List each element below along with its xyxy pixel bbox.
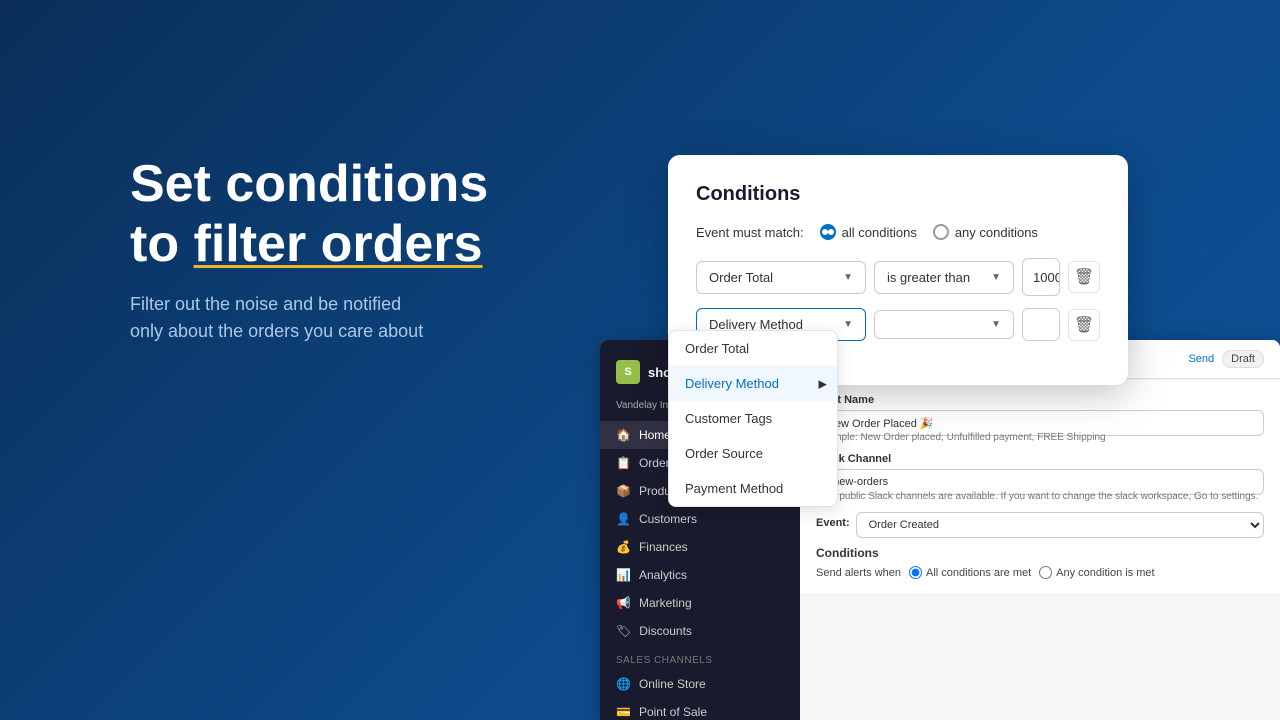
radio-any-circle — [933, 224, 949, 240]
dropdown-item-payment-method[interactable]: Payment Method — [669, 471, 837, 506]
dropdown-item-order-total[interactable]: Order Total — [669, 331, 837, 366]
conditions-section: Conditions Send alerts when All conditio… — [816, 546, 1264, 579]
dropdown-item-delivery-method[interactable]: Delivery Method ▶ — [669, 366, 837, 401]
sidebar-item-online-store[interactable]: 🌐 Online Store — [600, 670, 800, 698]
chevron-down-icon-2: ▼ — [991, 272, 1001, 283]
sidebar-discounts-label: Discounts — [639, 624, 692, 638]
marketing-icon: 📢 — [616, 596, 631, 610]
finances-icon: 💰 — [616, 540, 631, 554]
operator-select-2[interactable]: ▼ — [874, 310, 1014, 339]
dropdown-customer-tags-label: Customer Tags — [685, 411, 772, 426]
sub-text: Filter out the noise and be notified onl… — [130, 291, 610, 345]
chevron-down-icon-3: ▼ — [843, 319, 853, 330]
home-icon: 🏠 — [616, 428, 631, 442]
customers-icon: 👤 — [616, 512, 631, 526]
send-when-row: Send alerts when All conditions are met … — [816, 566, 1264, 579]
sidebar-item-customers[interactable]: 👤 Customers — [600, 505, 800, 533]
discounts-icon: 🏷 — [616, 624, 631, 638]
chevron-down-icon-4: ▼ — [991, 319, 1001, 330]
dropdown-item-customer-tags[interactable]: Customer Tags — [669, 401, 837, 436]
left-panel: Set conditions to filter orders Filter o… — [130, 155, 610, 345]
sidebar-item-analytics[interactable]: 📊 Analytics — [600, 561, 800, 589]
pos-label: Point of Sale — [639, 705, 707, 719]
condition-row-1: Order Total ▼ is greater than ▼ CAD 🗑 — [696, 258, 1100, 296]
sidebar-customers-label: Customers — [639, 512, 697, 526]
radio-all-conditions-modal[interactable]: all conditions — [820, 224, 917, 240]
slack-channel-hint: Only public Slack channels are available… — [816, 491, 1264, 502]
analytics-icon: 📊 — [616, 568, 631, 582]
sidebar-item-pos[interactable]: 💳 Point of Sale — [600, 698, 800, 720]
radio-any-label: Any condition is met — [1056, 567, 1154, 579]
heading-line2: to — [130, 215, 194, 273]
pos-icon: 💳 — [616, 705, 631, 719]
dropdown-payment-method-label: Payment Method — [685, 481, 783, 496]
trash-icon-1: 🗑 — [1074, 267, 1094, 287]
main-heading: Set conditions to filter orders — [130, 155, 610, 275]
event-select[interactable]: Order Created — [856, 512, 1264, 538]
heading-line1: Set conditions — [130, 155, 488, 213]
trash-icon-2: 🗑 — [1074, 315, 1094, 335]
radio-any-condition[interactable]: Any condition is met — [1039, 566, 1154, 579]
send-button[interactable]: Send — [1188, 353, 1214, 365]
radio-any-conditions-label: any conditions — [955, 225, 1038, 240]
value-input-wrapper-1: CAD — [1022, 258, 1060, 296]
form-area: Alert Name Example: New Order placed, Un… — [800, 380, 1280, 593]
subtext-line2: only about the orders you care about — [130, 321, 423, 341]
radio-any-conditions-modal[interactable]: any conditions — [933, 224, 1038, 240]
event-label: Event: — [816, 517, 850, 529]
sidebar-item-finances[interactable]: 💰 Finances — [600, 533, 800, 561]
main-content: Slack Alerts Send Draft Alert Name Examp… — [800, 340, 1280, 720]
operator-select-1-value: is greater than — [887, 270, 970, 285]
online-store-label: Online Store — [639, 677, 706, 691]
value-input-1[interactable] — [1023, 262, 1060, 293]
online-store-icon: 🌐 — [616, 677, 631, 691]
cursor-pointer-icon: ▶ — [819, 377, 827, 390]
alert-name-label: Alert Name — [816, 394, 1264, 406]
radio-all-label: All conditions are met — [926, 567, 1031, 579]
conditions-title: Conditions — [816, 546, 1264, 560]
dropdown-order-total-label: Order Total — [685, 341, 749, 356]
status-badge: Draft — [1222, 350, 1264, 368]
dropdown-delivery-method-label: Delivery Method — [685, 376, 779, 391]
dropdown-order-source-label: Order Source — [685, 446, 763, 461]
field-select-1-value: Order Total — [709, 270, 773, 285]
value-input-wrapper-2 — [1022, 308, 1060, 341]
radio-all-circle — [820, 224, 836, 240]
field-dropdown: Order Total Delivery Method ▶ Customer T… — [668, 330, 838, 507]
value-input-2[interactable] — [1023, 309, 1060, 340]
products-icon: 📦 — [616, 484, 631, 498]
match-row: Event must match: all conditions any con… — [696, 224, 1100, 240]
sidebar-item-marketing[interactable]: 📢 Marketing — [600, 589, 800, 617]
radio-all-conditions[interactable]: All conditions are met — [909, 566, 1031, 579]
send-when-label: Send alerts when — [816, 567, 901, 579]
subtext-line1: Filter out the noise and be notified — [130, 294, 401, 314]
sidebar-marketing-label: Marketing — [639, 596, 692, 610]
operator-select-1[interactable]: is greater than ▼ — [874, 261, 1014, 294]
modal-title: Conditions — [696, 183, 1100, 206]
delete-btn-2[interactable]: 🗑 — [1068, 309, 1100, 341]
dropdown-item-order-source[interactable]: Order Source — [669, 436, 837, 471]
chevron-down-icon: ▼ — [843, 272, 853, 283]
sidebar-home-label: Home — [639, 428, 671, 442]
sidebar-analytics-label: Analytics — [639, 568, 687, 582]
heading-highlight: filter orders — [194, 215, 483, 273]
field-select-1[interactable]: Order Total ▼ — [696, 261, 866, 294]
delete-btn-1[interactable]: 🗑 — [1068, 261, 1100, 293]
shopify-icon: S — [616, 360, 640, 384]
event-row: Event: Order Created — [816, 512, 1264, 538]
radio-all-conditions-label: all conditions — [842, 225, 917, 240]
sidebar-item-discounts[interactable]: 🏷 Discounts — [600, 617, 800, 645]
sales-channels-section: Sales channels — [600, 645, 800, 670]
match-label: Event must match: — [696, 225, 804, 240]
sidebar-finances-label: Finances — [639, 540, 688, 554]
slack-channel-label: Slack Channel — [816, 453, 1264, 465]
orders-icon: 📋 — [616, 456, 631, 470]
